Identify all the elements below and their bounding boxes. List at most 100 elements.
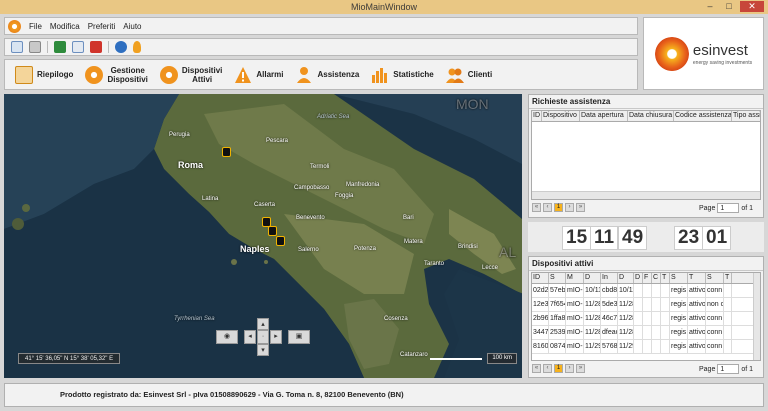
nav-gestione-label-2: Dispositivi: [107, 74, 148, 84]
table-row[interactable]: 2b961ffa8mIO-11/2846c711/28regisattivoco…: [532, 312, 760, 326]
nav-dispositivi-label-2: Attivi: [192, 74, 213, 84]
prev-page-icon[interactable]: ‹: [543, 203, 552, 212]
page-of: of 1: [741, 204, 754, 212]
requests-panel: Richieste assistenza ID Dispositivo Data…: [528, 94, 764, 218]
map-label-catanzaro: Catanzaro: [400, 352, 428, 358]
map-label-cosenza: Cosenza: [384, 316, 408, 322]
map-label-matera: Matera: [404, 239, 423, 245]
bar-chart-icon: [372, 67, 388, 83]
col-tipo-assist[interactable]: Tipo assist: [732, 111, 760, 121]
table-cell: 11/28: [618, 298, 634, 311]
menu-preferiti[interactable]: Preferiti: [88, 22, 116, 31]
devices-col-header[interactable]: D: [618, 273, 634, 283]
table-cell: mIO-: [566, 326, 584, 339]
devices-col-header[interactable]: T: [688, 273, 706, 283]
next-page-icon[interactable]: ›: [565, 203, 574, 212]
page-input[interactable]: 1: [717, 364, 740, 374]
menu-file[interactable]: File: [29, 22, 42, 31]
app-logo-icon: [8, 19, 21, 33]
col-id[interactable]: ID: [532, 111, 542, 121]
devices-col-header[interactable]: F: [643, 273, 652, 283]
nav-clienti-label: Clienti: [467, 70, 493, 79]
nav-gestione-dispositivi[interactable]: Gestione Dispositivi: [81, 62, 151, 88]
table-cell: 11/28: [584, 298, 601, 311]
devices-col-header[interactable]: T: [661, 273, 670, 283]
nav-assistenza[interactable]: Assistenza: [291, 62, 363, 88]
col-data-apertura[interactable]: Data apertura: [580, 111, 628, 121]
device-marker[interactable]: [276, 236, 285, 246]
excel-icon[interactable]: [54, 41, 66, 53]
map-satellite-icon[interactable]: ▣: [288, 330, 310, 344]
last-page-icon[interactable]: »: [576, 364, 585, 373]
devices-vscroll[interactable]: [753, 273, 760, 360]
first-page-icon[interactable]: «: [532, 364, 541, 373]
table-cell: 11/29: [618, 340, 634, 353]
devices-col-header[interactable]: In: [601, 273, 618, 283]
table-cell: 10/11: [618, 284, 634, 297]
first-page-icon[interactable]: «: [532, 203, 541, 212]
minimize-button[interactable]: –: [702, 1, 718, 12]
devices-col-header[interactable]: T: [724, 273, 732, 283]
table-cell: 11/28: [618, 326, 634, 339]
map-label-taranto: Taranto: [424, 261, 445, 267]
table-cell: dfeac: [601, 326, 618, 339]
user-icon[interactable]: [133, 41, 141, 53]
table-row[interactable]: 81600874mIO-11/29576811/29regisattivocon…: [532, 340, 760, 354]
active-devices-title: Dispositivi attivi: [529, 257, 763, 271]
devices-col-header[interactable]: S: [549, 273, 566, 283]
col-codice-assistenza[interactable]: Codice assistenza: [674, 111, 732, 121]
table-cell: 11/28: [618, 312, 634, 325]
devices-col-header[interactable]: C: [652, 273, 661, 283]
devices-col-header[interactable]: M: [566, 273, 584, 283]
device-marker[interactable]: [268, 226, 277, 236]
menu-modifica[interactable]: Modifica: [50, 22, 80, 31]
table-row[interactable]: 02d257ebmIO-10/11cbd810/11regisattivocon…: [532, 284, 760, 298]
table-cell: regis: [670, 326, 688, 339]
device-marker[interactable]: [222, 147, 231, 157]
table-row[interactable]: 34472539mIO-11/28dfeac11/28regisattivoco…: [532, 326, 760, 340]
table-row[interactable]: 12e37f654mIO-11/285de311/28regisattivono…: [532, 298, 760, 312]
devices-col-header[interactable]: S: [706, 273, 724, 283]
page-input[interactable]: 1: [717, 203, 740, 213]
col-data-chiusura[interactable]: Data chiusura: [628, 111, 674, 121]
info-icon[interactable]: [115, 41, 127, 53]
tools-icon[interactable]: [29, 41, 41, 53]
nav-riepilogo[interactable]: Riepilogo: [11, 62, 77, 88]
col-dispositivo[interactable]: Dispositivo: [542, 111, 580, 121]
pdf-icon[interactable]: [90, 41, 102, 53]
close-button[interactable]: ✕: [740, 1, 764, 12]
print-preview-icon[interactable]: [72, 41, 84, 53]
prev-page-icon[interactable]: ‹: [543, 364, 552, 373]
nav-gestione-label-1: Gestione: [110, 65, 145, 75]
brand-logo: esinvest energy saving investments: [643, 17, 764, 90]
pan-right-icon[interactable]: ▸: [270, 330, 282, 344]
requests-hscroll[interactable]: [532, 191, 760, 199]
search-icon[interactable]: [11, 41, 23, 53]
pan-center-icon[interactable]: ·: [257, 330, 269, 344]
pan-left-icon[interactable]: ◂: [244, 330, 256, 344]
current-page-button[interactable]: 1: [554, 364, 563, 373]
table-cell: mIO-: [566, 340, 584, 353]
pan-down-icon[interactable]: ▾: [257, 344, 269, 356]
date-day: 23: [674, 226, 704, 250]
devices-col-header[interactable]: D: [634, 273, 643, 283]
nav-statistiche[interactable]: Statistiche: [367, 62, 437, 88]
map-view-toggle-icon[interactable]: ◉: [216, 330, 238, 344]
devices-col-header[interactable]: ID: [532, 273, 549, 283]
table-cell: [634, 298, 643, 311]
active-devices-panel: Dispositivi attivi ID S M D In D D F C T S T S T 02d2…: [528, 256, 764, 378]
requests-table[interactable]: ID Dispositivo Data apertura Data chiusu…: [531, 110, 761, 200]
maximize-button[interactable]: □: [721, 1, 737, 12]
next-page-icon[interactable]: ›: [565, 364, 574, 373]
nav-allarmi[interactable]: Allarmi: [230, 62, 287, 88]
devices-col-header[interactable]: S: [670, 273, 688, 283]
devices-col-header[interactable]: D: [584, 273, 601, 283]
nav-clienti[interactable]: Clienti: [442, 62, 496, 88]
table-cell: [643, 312, 652, 325]
menu-aiuto[interactable]: Aiuto: [123, 22, 141, 31]
last-page-icon[interactable]: »: [576, 203, 585, 212]
current-page-button[interactable]: 1: [554, 203, 563, 212]
active-devices-table[interactable]: ID S M D In D D F C T S T S T 02d2 57eb mIO- 10/11 cbd8 10…: [531, 272, 761, 361]
nav-dispositivi-attivi[interactable]: Dispositivi Attivi: [156, 62, 226, 88]
pan-up-icon[interactable]: ▴: [257, 318, 269, 330]
